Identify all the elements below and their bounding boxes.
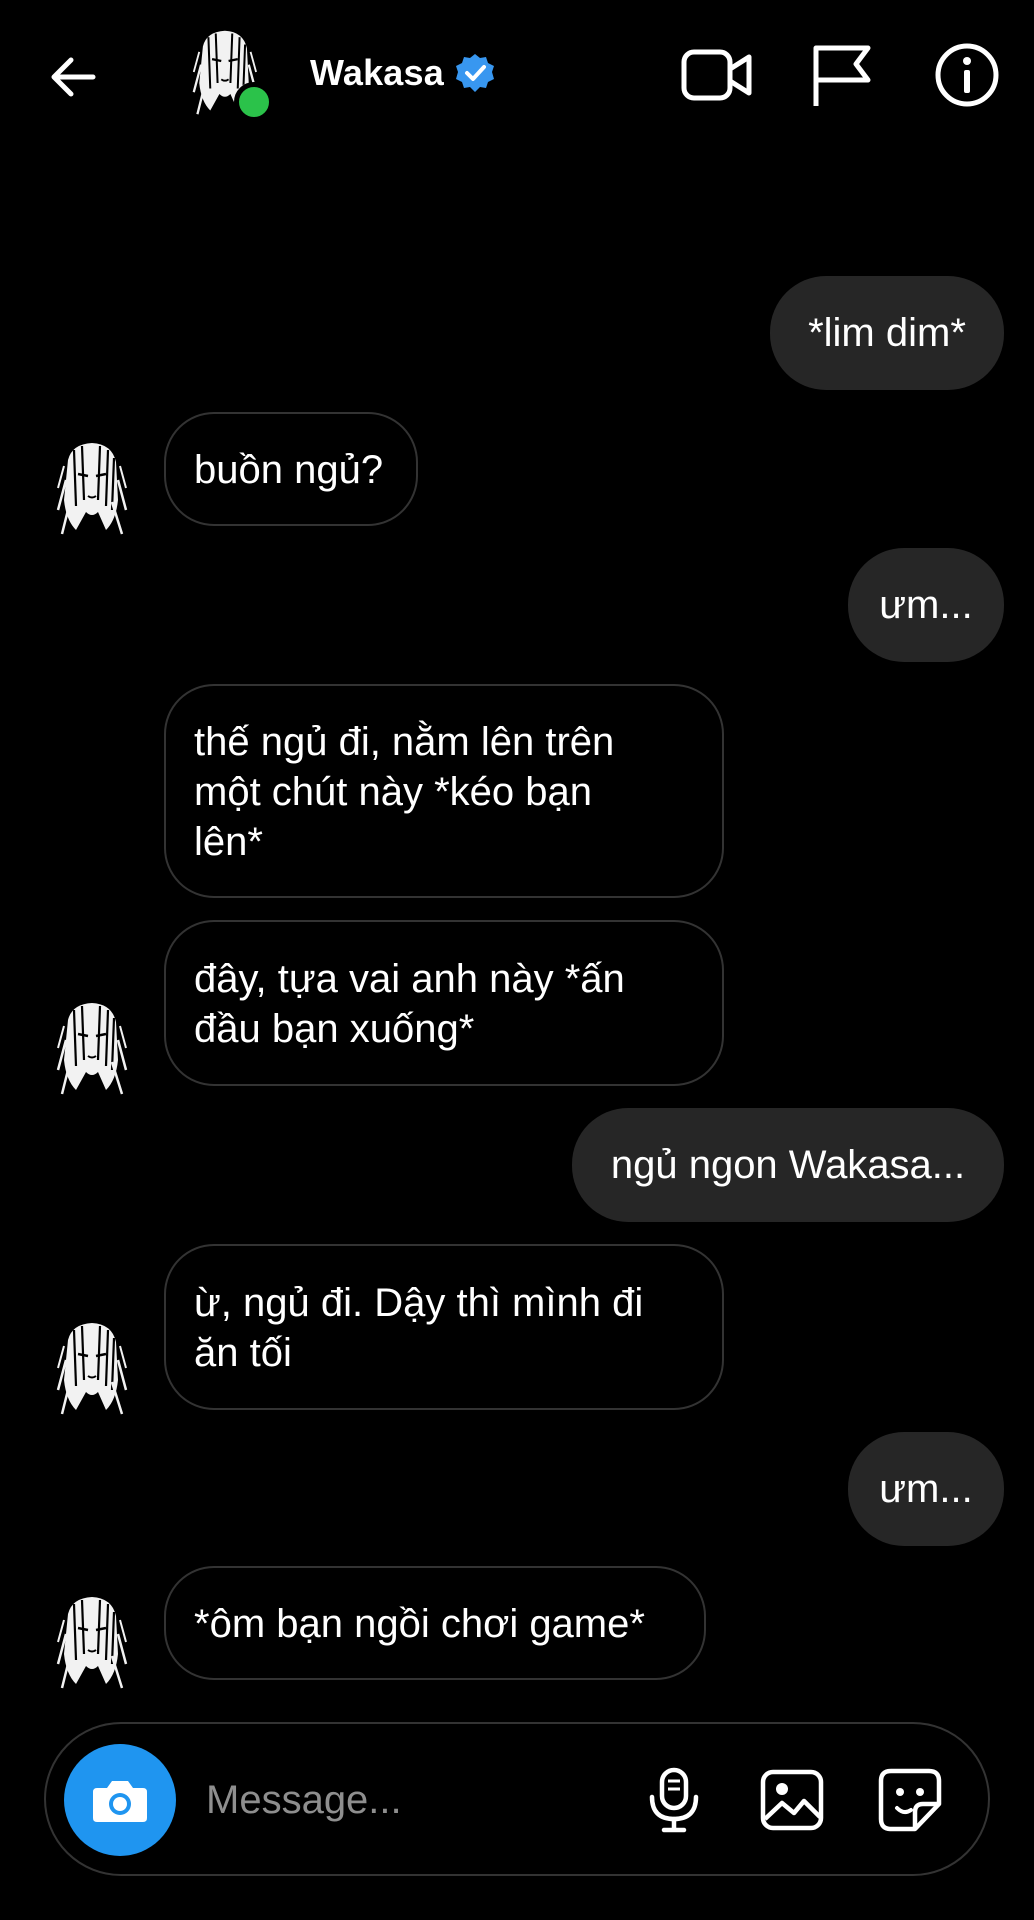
message-text: ưm... [879,583,973,627]
message-text: *ôm bạn ngồi chơi game* [194,1602,645,1646]
message-bubble-incoming[interactable]: buồn ngủ? [164,412,418,526]
message-text: ưm... [879,1467,973,1511]
sticker-button[interactable] [872,1762,948,1838]
contact-avatar-small [52,1594,130,1690]
back-arrow-icon [51,57,96,97]
message-bubble-incoming[interactable]: *ôm bạn ngồi chơi game* [164,1566,706,1680]
message-input[interactable] [206,1768,606,1832]
sticker-icon [878,1768,942,1832]
verified-badge-icon [456,54,494,92]
message-bubble-incoming[interactable]: đây, tựa vai anh này *ấn đầu bạn xuống* [164,920,724,1086]
message-bubble-outgoing[interactable]: *lim dim* [770,276,1004,390]
camera-icon [93,1781,147,1822]
contact-avatar-small [52,1320,130,1416]
contact-avatar-small [52,440,130,536]
video-call-icon [681,49,752,101]
back-button[interactable] [40,44,106,110]
chat-header: Wakasa [0,0,1034,150]
report-flag-icon [813,45,871,106]
contact-name[interactable]: Wakasa [310,52,444,94]
message-text: đây, tựa vai anh này *ấn đầu bạn xuống* [194,957,625,1051]
message-bubble-incoming[interactable]: ừ, ngủ đi. Dậy thì mình đi ăn tối [164,1244,724,1410]
message-text: ừ, ngủ đi. Dậy thì mình đi ăn tối [194,1281,644,1375]
message-bubble-outgoing[interactable]: ngủ ngon Wakasa... [572,1108,1004,1222]
voice-message-button[interactable] [636,1762,712,1838]
message-text: buồn ngủ? [194,448,384,492]
message-text: thế ngủ đi, nằm lên trên một chút này *k… [194,720,615,864]
gallery-button[interactable] [754,1762,830,1838]
message-text: ngủ ngon Wakasa... [610,1143,966,1187]
online-status-dot [234,82,274,122]
message-bubble-incoming[interactable]: thế ngủ đi, nằm lên trên một chút này *k… [164,684,724,898]
video-call-button[interactable] [676,34,758,116]
message-text: *lim dim* [808,311,966,355]
info-icon [935,43,999,107]
contact-avatar-small [52,1000,130,1096]
microphone-icon [649,1767,699,1833]
message-bubble-outgoing[interactable]: ưm... [848,1432,1004,1546]
gallery-icon [760,1769,824,1831]
info-button[interactable] [926,34,1008,116]
report-button[interactable] [800,34,882,116]
camera-button[interactable] [64,1744,176,1856]
message-bubble-outgoing[interactable]: ưm... [848,548,1004,662]
